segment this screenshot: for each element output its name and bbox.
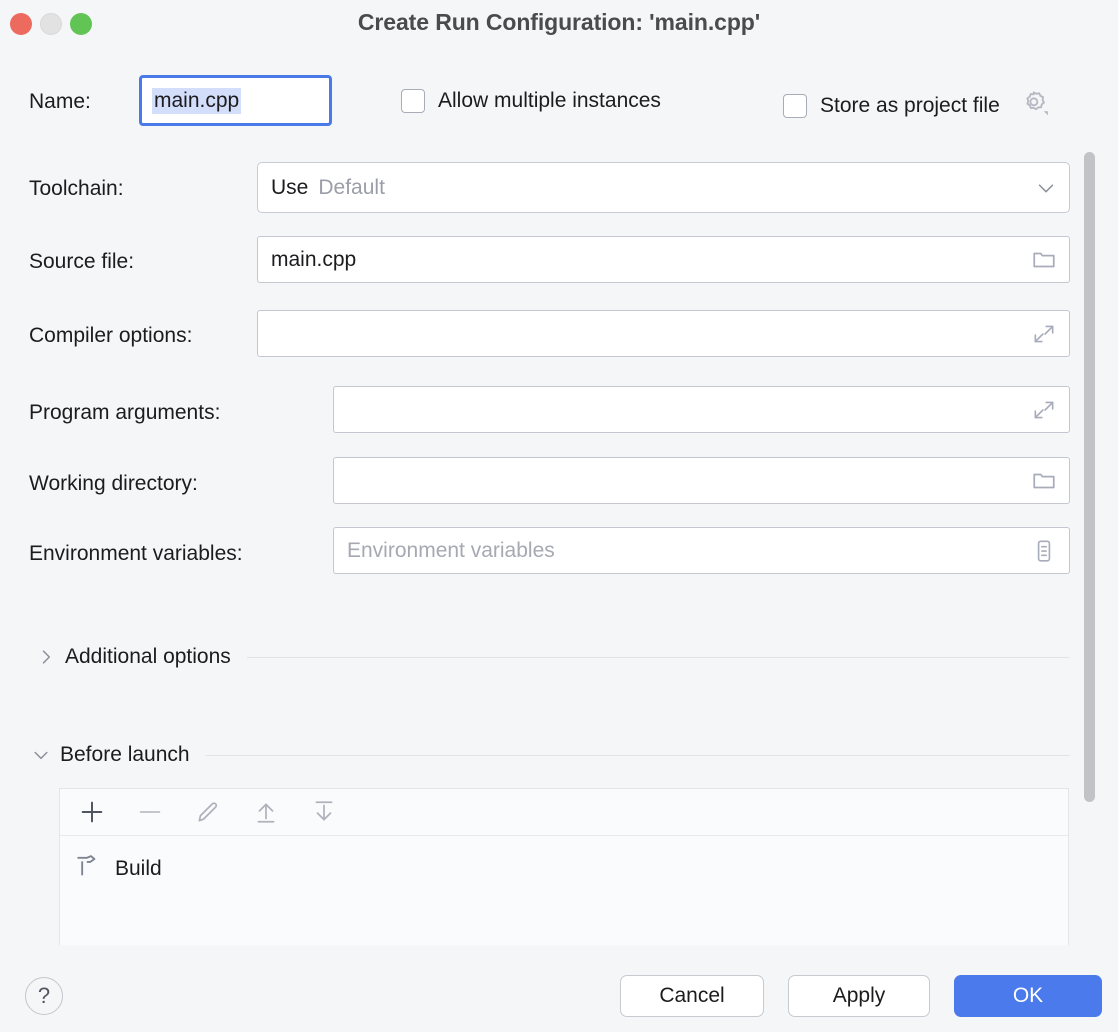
name-input-value: main.cpp xyxy=(152,88,241,114)
additional-options-section[interactable]: Additional options xyxy=(0,645,1080,669)
list-item[interactable]: Build xyxy=(60,836,1068,885)
name-label: Name: xyxy=(29,90,91,114)
before-launch-panel: Build xyxy=(59,788,1069,945)
store-as-project-file-checkbox[interactable] xyxy=(783,94,807,118)
move-down-button[interactable] xyxy=(309,797,339,827)
compiler-options-label: Compiler options: xyxy=(29,324,192,348)
environment-variables-label: Environment variables: xyxy=(29,542,243,566)
ok-button[interactable]: OK xyxy=(954,975,1102,1017)
allow-multiple-instances-checkbox-row[interactable]: Allow multiple instances xyxy=(401,89,661,113)
expand-icon[interactable] xyxy=(1031,321,1057,347)
store-as-project-file-checkbox-row[interactable]: Store as project file xyxy=(783,89,1049,122)
allow-multiple-instances-checkbox[interactable] xyxy=(401,89,425,113)
dialog-title: Create Run Configuration: 'main.cpp' xyxy=(0,9,1118,36)
working-directory-input[interactable] xyxy=(333,457,1070,504)
remove-button[interactable] xyxy=(135,797,165,827)
list-icon[interactable] xyxy=(1031,538,1057,564)
list-item-label: Build xyxy=(115,857,162,881)
before-launch-section[interactable]: Before launch xyxy=(0,743,1080,767)
gear-icon[interactable] xyxy=(1021,89,1049,122)
expand-icon[interactable] xyxy=(1031,397,1057,423)
source-file-label: Source file: xyxy=(29,250,134,274)
section-divider xyxy=(206,755,1070,756)
cancel-button[interactable]: Cancel xyxy=(620,975,764,1017)
working-directory-label: Working directory: xyxy=(29,472,198,496)
name-row: Name: main.cpp Allow multiple instances … xyxy=(0,75,1118,127)
name-input[interactable]: main.cpp xyxy=(139,75,332,126)
environment-variables-input[interactable]: Environment variables xyxy=(333,527,1070,574)
before-launch-toolbar xyxy=(60,789,1068,836)
chevron-down-icon[interactable] xyxy=(28,745,54,765)
compiler-options-input[interactable] xyxy=(257,310,1070,357)
hammer-icon xyxy=(74,852,102,885)
toolchain-value: Default xyxy=(318,176,385,200)
help-button[interactable]: ? xyxy=(25,977,63,1015)
title-bar: Create Run Configuration: 'main.cpp' xyxy=(0,0,1118,48)
vertical-scrollbar[interactable] xyxy=(1084,152,1095,802)
folder-icon[interactable] xyxy=(1031,468,1057,494)
source-file-input[interactable]: main.cpp xyxy=(257,236,1070,283)
store-as-project-file-label: Store as project file xyxy=(820,94,1000,118)
create-run-configuration-dialog: Create Run Configuration: 'main.cpp' Nam… xyxy=(0,0,1118,1032)
environment-variables-placeholder: Environment variables xyxy=(347,539,555,563)
allow-multiple-instances-label: Allow multiple instances xyxy=(438,89,661,113)
toolchain-value-prefix: Use xyxy=(271,176,308,200)
before-launch-label: Before launch xyxy=(60,743,190,767)
chevron-down-icon[interactable] xyxy=(1035,177,1057,199)
chevron-right-icon[interactable] xyxy=(33,647,59,667)
program-arguments-input[interactable] xyxy=(333,386,1070,433)
apply-button[interactable]: Apply xyxy=(788,975,930,1017)
section-divider xyxy=(247,657,1070,658)
source-file-value: main.cpp xyxy=(271,248,356,272)
additional-options-label: Additional options xyxy=(65,645,231,669)
toolchain-select[interactable]: Use Default xyxy=(257,162,1070,213)
program-arguments-label: Program arguments: xyxy=(29,401,220,425)
toolchain-label: Toolchain: xyxy=(29,177,124,201)
add-button[interactable] xyxy=(77,797,107,827)
move-up-button[interactable] xyxy=(251,797,281,827)
folder-icon[interactable] xyxy=(1031,247,1057,273)
edit-button[interactable] xyxy=(193,797,223,827)
